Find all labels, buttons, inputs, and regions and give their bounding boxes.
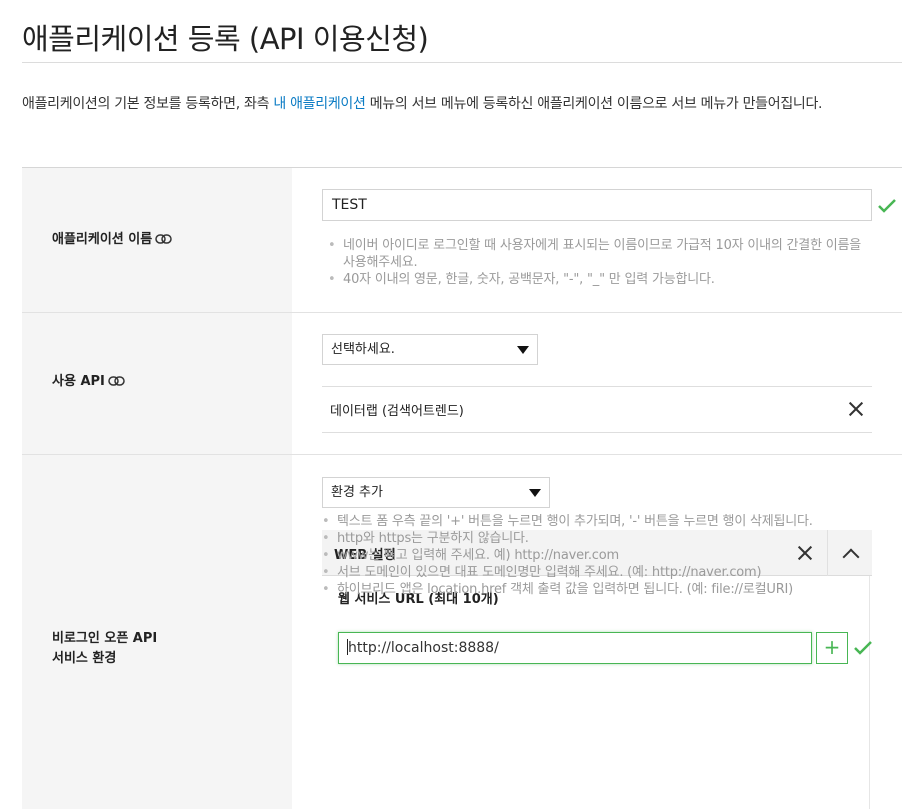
dropdown-arrow-icon [517,346,529,354]
remove-api-close-icon[interactable] [848,401,864,417]
app-name-row: 애플리케이션 이름 TEST 네이버 아이디로 로그인할 때 사용자에게 표시되… [22,168,902,313]
use-api-row: 사용 API 선택하세요. 데이터랩 (검색어트렌드) [22,313,902,455]
app-name-label-text: 애플리케이션 이름 [52,232,153,247]
my-applications-link[interactable]: 내 애플리케이션 [273,96,366,112]
web-settings-body: 웹 서비스 URL (최대 10개) http://localhost:8888… [322,576,872,809]
env-select-value: 환경 추가 [331,485,383,500]
api-select-value: 선택하세요. [331,342,395,357]
url-valid-check-icon [854,641,872,655]
env-add-select[interactable]: 환경 추가 [322,477,550,508]
api-select[interactable]: 선택하세요. [322,334,538,365]
dropdown-arrow-icon [529,489,541,497]
title-divider [22,62,902,63]
service-env-row: 비로그인 오픈 API 서비스 환경 환경 추가 WEB 설정 웹 서비스 UR… [22,455,902,809]
web-url-hints: 텍스트 폼 우측 끝의 '+' 버튼을 누르면 행이 추가되며, '-' 버튼을… [322,513,850,598]
hint-item: www는 빼고 입력해 주세요. 예) http://naver.com [322,547,850,564]
app-name-valid-check-icon [878,199,896,213]
link-icon [155,234,172,244]
use-api-label: 사용 API [52,372,125,392]
service-env-header: 비로그인 오픈 API 서비스 환경 [22,455,292,809]
hint-item: 40자 이내의 영문, 한글, 숫자, 공백문자, "-", "_" 만 입력 … [328,271,868,288]
app-name-input[interactable]: TEST [322,189,872,221]
description-text-before: 애플리케이션의 기본 정보를 등록하면, 좌측 [22,96,274,112]
registration-form: 애플리케이션 이름 TEST 네이버 아이디로 로그인할 때 사용자에게 표시되… [22,167,902,809]
web-url-value: http://localhost:8888/ [348,640,499,656]
use-api-header: 사용 API [22,313,292,454]
page-description: 애플리케이션의 기본 정보를 등록하면, 좌측 내 애플리케이션 메뉴의 서브 … [22,91,902,118]
app-name-hints: 네이버 아이디로 로그인할 때 사용자에게 표시되는 이름이므로 가급적 10자… [328,237,868,288]
description-text-after: 메뉴의 서브 메뉴에 등록하신 애플리케이션 이름으로 서브 메뉴가 만들어집니… [365,96,823,112]
service-env-label: 비로그인 오픈 API 서비스 환경 [52,629,157,669]
service-env-label-line1: 비로그인 오픈 API [52,631,158,646]
selected-api-name: 데이터랩 (검색어트렌드) [330,404,464,419]
hint-item: 서브 도메인이 있으면 대표 도메인명만 입력해 주세요. (예: http:/… [322,564,850,581]
web-url-input[interactable]: http://localhost:8888/ [338,632,812,664]
link-icon [108,376,125,386]
hint-item: http와 https는 구분하지 않습니다. [322,530,850,547]
hint-item: 텍스트 폼 우측 끝의 '+' 버튼을 누르면 행이 추가되며, '-' 버튼을… [322,513,850,530]
add-url-plus-button[interactable]: + [816,632,848,664]
app-name-header: 애플리케이션 이름 [22,168,292,312]
hint-item: 하이브리드 앱은 location.href 객체 출력 값을 입력하면 됩니다… [322,581,850,598]
hint-item: 네이버 아이디로 로그인할 때 사용자에게 표시되는 이름이므로 가급적 10자… [328,237,868,271]
use-api-label-text: 사용 API [52,374,105,389]
service-env-label-line2: 서비스 환경 [52,651,117,666]
selected-api-item: 데이터랩 (검색어트렌드) [322,386,872,433]
page-title: 애플리케이션 등록 (API 이용신청) [22,22,429,56]
app-name-label: 애플리케이션 이름 [52,230,172,250]
